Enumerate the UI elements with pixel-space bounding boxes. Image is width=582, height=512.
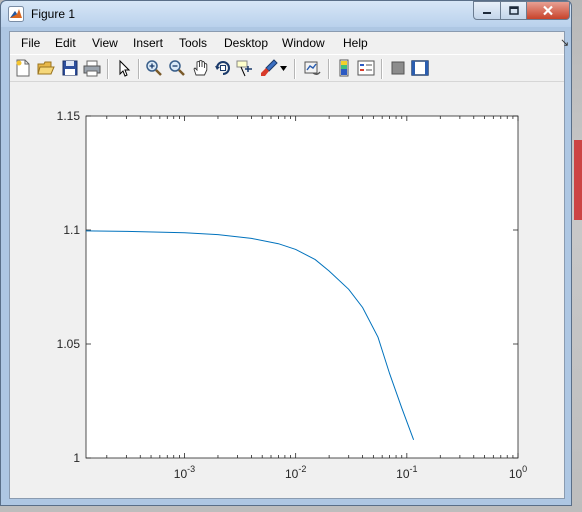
- y-tick-label: 1: [73, 451, 80, 465]
- matlab-logo-icon: [8, 6, 24, 22]
- zoom-out-icon[interactable]: [168, 59, 186, 77]
- x-tick-label: 100: [509, 464, 527, 481]
- minimize-icon: [483, 11, 491, 14]
- pan-hand-icon[interactable]: [191, 59, 209, 77]
- show-plot-tools-icon[interactable]: [411, 59, 429, 77]
- maximize-button[interactable]: [500, 1, 527, 20]
- x-tick-label: 10-1: [396, 464, 417, 481]
- toolbar-separator: [294, 59, 296, 79]
- maximize-icon: [508, 6, 519, 15]
- figure-canvas: 1 1.05 1.1 1.15 10-3 10-2 10-1 100: [10, 83, 564, 498]
- toolbar-separator: [107, 59, 109, 79]
- close-icon: [543, 5, 553, 16]
- toolbar-separator: [328, 59, 330, 79]
- insert-legend-icon[interactable]: [357, 59, 375, 77]
- y-tick-labels: 1 1.05 1.1 1.15: [57, 109, 81, 465]
- link-plot-icon[interactable]: [303, 59, 321, 77]
- dock-arrow-icon[interactable]: ↘: [560, 36, 569, 49]
- figure-toolbar: [10, 54, 564, 82]
- zoom-in-icon[interactable]: [145, 59, 163, 77]
- save-icon[interactable]: [61, 59, 79, 77]
- toolbar-separator: [381, 59, 383, 79]
- menu-view[interactable]: View: [92, 36, 118, 50]
- data-cursor-icon[interactable]: [236, 59, 254, 77]
- figure-window: Figure 1 File Edit View Insert Tools Des…: [0, 0, 572, 506]
- x-tick-label: 10-2: [285, 464, 306, 481]
- x-tick-labels: 10-3 10-2 10-1 100: [174, 464, 527, 481]
- y-tick-label: 1.05: [57, 337, 81, 351]
- minimize-button[interactable]: [473, 1, 501, 20]
- brush-dropdown-icon[interactable]: [280, 66, 287, 71]
- menu-window[interactable]: Window: [282, 36, 325, 50]
- hide-plot-tools-icon[interactable]: [389, 59, 407, 77]
- y-tick-label: 1.1: [63, 223, 80, 237]
- title-bar[interactable]: Figure 1: [1, 1, 571, 27]
- menu-bar: File Edit View Insert Tools Desktop Wind…: [10, 32, 569, 54]
- print-icon[interactable]: [83, 59, 101, 77]
- rotate-3d-icon[interactable]: [214, 59, 232, 77]
- background-window-edge: [574, 140, 582, 220]
- figure-client-area: File Edit View Insert Tools Desktop Wind…: [9, 31, 569, 499]
- edit-plot-arrow-icon[interactable]: [115, 59, 133, 77]
- menu-edit[interactable]: Edit: [55, 36, 76, 50]
- menu-file[interactable]: File: [21, 36, 40, 50]
- y-tick-label: 1.15: [57, 109, 81, 123]
- menu-tools[interactable]: Tools: [179, 36, 207, 50]
- close-button[interactable]: [526, 1, 570, 20]
- window-title: Figure 1: [31, 7, 76, 21]
- menu-desktop[interactable]: Desktop: [224, 36, 268, 50]
- menu-help[interactable]: Help: [343, 36, 368, 50]
- x-tick-label: 10-3: [174, 464, 195, 481]
- axes-box[interactable]: [85, 115, 519, 459]
- menu-insert[interactable]: Insert: [133, 36, 163, 50]
- insert-colorbar-icon[interactable]: [335, 59, 353, 77]
- toolbar-separator: [138, 59, 140, 79]
- brush-icon[interactable]: [260, 59, 278, 77]
- new-figure-icon[interactable]: [14, 59, 32, 77]
- open-file-icon[interactable]: [37, 59, 55, 77]
- line-plot: 1 1.05 1.1 1.15 10-3 10-2 10-1 100: [57, 109, 528, 481]
